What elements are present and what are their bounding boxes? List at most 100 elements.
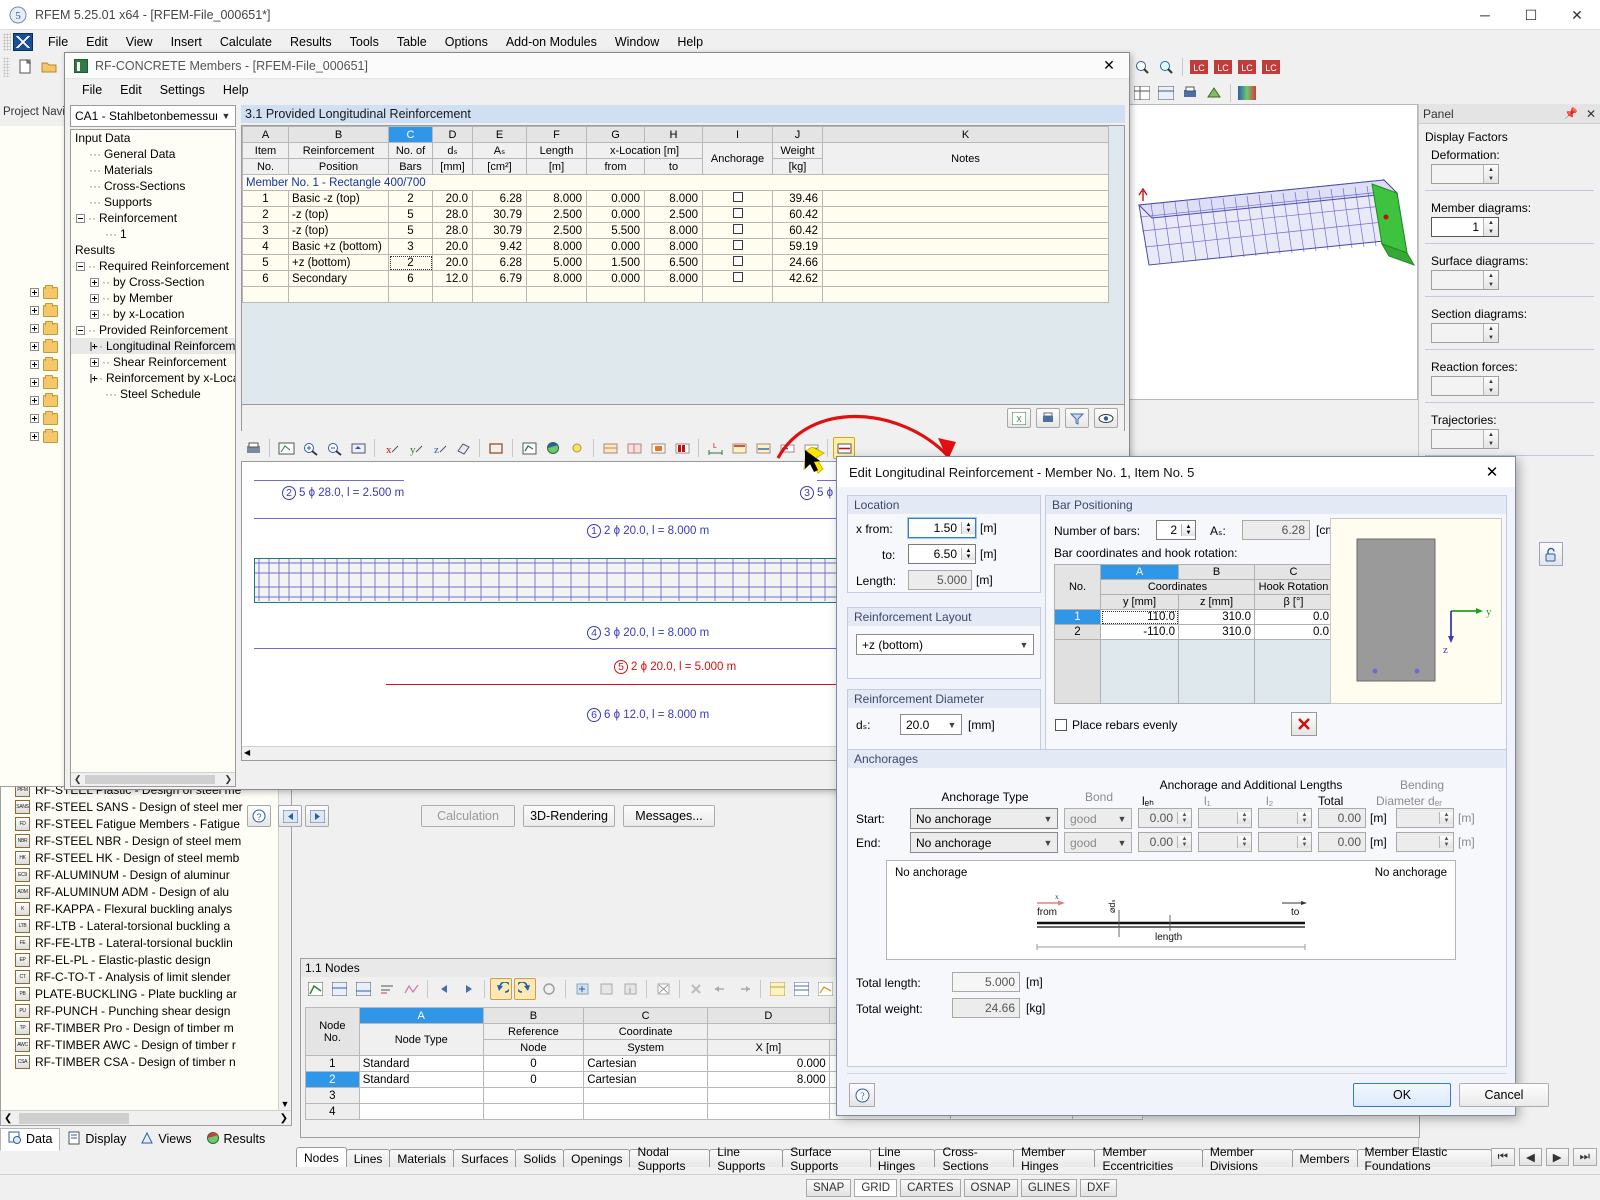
design-case-combo[interactable]: CA1 - Stahlbetonbemessung vo ▼ — [70, 105, 236, 127]
tree-item-supports[interactable]: ···Supports — [71, 194, 235, 210]
cell-notes[interactable] — [823, 239, 1109, 255]
cell-position[interactable]: -z (top) — [289, 207, 389, 223]
tab-first-icon[interactable]: ⏮ — [1491, 1148, 1515, 1166]
tree-item-cross-sections[interactable]: ···Cross-Sections — [71, 178, 235, 194]
nodes-clear-icon[interactable] — [652, 978, 674, 1000]
nodes-cell-ref[interactable] — [483, 1104, 584, 1120]
anchorage-checkbox[interactable] — [733, 224, 743, 234]
cell-ds[interactable]: 20.0 — [433, 191, 473, 207]
num-bars-field[interactable]: 2 ▲▼ — [1156, 520, 1196, 540]
expand-icon[interactable] — [90, 374, 92, 383]
menu-addon-modules[interactable]: Add-on Modules — [497, 32, 606, 52]
col-letter-f[interactable]: F — [527, 127, 587, 143]
cell-ds[interactable]: 28.0 — [433, 207, 473, 223]
unlock-icon[interactable] — [1539, 542, 1563, 566]
cell-bars[interactable]: 3 — [389, 239, 433, 255]
collapse-icon[interactable] — [76, 214, 85, 223]
cell-item-no[interactable]: 4 — [243, 239, 289, 255]
cell-length[interactable]: 8.000 — [527, 271, 587, 287]
cell-from[interactable]: 5.500 — [587, 223, 645, 239]
bottom-tab-results[interactable]: Results — [199, 1129, 273, 1150]
start-bending-spinner[interactable]: ▲▼ — [1439, 812, 1453, 824]
rebar-top-icon[interactable] — [728, 437, 750, 459]
dimension-icon[interactable]: L — [704, 437, 726, 459]
results-lc2-icon[interactable]: LC — [1212, 56, 1234, 78]
bottom-tab-views[interactable]: Views — [133, 1129, 198, 1150]
view-y-icon[interactable]: y — [404, 437, 426, 459]
scroll-left-icon[interactable]: ❮ — [1, 1113, 12, 1124]
nav-folder-icon-6[interactable] — [30, 376, 58, 390]
anchorage-checkbox[interactable] — [733, 192, 743, 202]
col-letter-j[interactable]: J — [773, 127, 823, 143]
collapse-icon[interactable] — [76, 262, 85, 271]
cell-to[interactable]: 6.500 — [645, 255, 703, 271]
edit-reinforcement-icon[interactable] — [518, 437, 540, 459]
nav-folder-icon-7[interactable] — [30, 394, 58, 408]
nodes-cell-type[interactable] — [359, 1104, 483, 1120]
nav-folder-icon-2[interactable] — [30, 304, 58, 318]
tree-item-reinforcement[interactable]: ··Reinforcement — [71, 210, 235, 226]
cell-length[interactable]: 2.500 — [527, 223, 587, 239]
cell-to[interactable]: 8.000 — [645, 191, 703, 207]
tab-surfaces[interactable]: Surfaces — [453, 1149, 516, 1167]
cell-as[interactable]: 30.79 — [473, 223, 527, 239]
cell-anchorage[interactable] — [703, 239, 773, 255]
messages-button[interactable]: Messages... — [623, 805, 715, 827]
nodes-add-icon[interactable] — [571, 978, 593, 1000]
visibility-eye-icon[interactable] — [1094, 408, 1118, 428]
modules-horizontal-scrollbar[interactable]: ❮ ❯ — [1, 1110, 291, 1125]
bar-col-c[interactable]: C — [1255, 565, 1333, 580]
cell-bars[interactable]: 6 — [389, 271, 433, 287]
ok-button[interactable]: OK — [1353, 1083, 1451, 1107]
minimize-button[interactable]: ─ — [1462, 0, 1508, 30]
bar-col-a[interactable]: A — [1101, 565, 1179, 580]
tree-item-by-member[interactable]: ··by Member — [71, 290, 235, 306]
tree-item-steel-schedule[interactable]: ···Steel Schedule — [71, 386, 235, 402]
nav-folder-icon-8[interactable] — [30, 412, 58, 426]
nodes-delete-icon[interactable] — [685, 978, 707, 1000]
col-letter-e[interactable]: E — [473, 127, 527, 143]
list-item[interactable]: LTBRF-LTB - Lateral-torsional buckling a — [1, 917, 291, 934]
tab-lines[interactable]: Lines — [346, 1149, 391, 1167]
list-item[interactable]: EPRF-EL-PL - Elastic-plastic design — [1, 951, 291, 968]
cell-as[interactable]: 6.79 — [473, 271, 527, 287]
maximize-button[interactable]: ☐ — [1508, 0, 1554, 30]
tab-materials[interactable]: Materials — [389, 1149, 454, 1167]
hscroll-thumb[interactable] — [85, 775, 215, 784]
cell-weight[interactable]: 24.66 — [773, 255, 823, 271]
bar-coordinates-table[interactable]: No. A B C Coordinates Hook Rotation y [m… — [1054, 564, 1332, 704]
bar-cell-beta[interactable]: 0.0 — [1255, 625, 1333, 640]
nodes-cell-cs[interactable]: Cartesian — [584, 1056, 708, 1072]
tree-item-reinforcement-1[interactable]: ···1 — [71, 226, 235, 242]
cell-weight[interactable]: 42.62 — [773, 271, 823, 287]
tree-item-provided-reinforcement[interactable]: ··Provided Reinforcement — [71, 322, 235, 338]
spinner-buttons[interactable]: ▲▼ — [1483, 324, 1498, 342]
cell-weight[interactable]: 60.42 — [773, 207, 823, 223]
x-from-spinner[interactable]: ▲▼ — [961, 522, 975, 534]
table-row-empty[interactable] — [1055, 640, 1333, 704]
nodes-append-row-icon[interactable] — [352, 978, 374, 1000]
cell-from[interactable]: 0.000 — [587, 239, 645, 255]
cancel-button[interactable]: Cancel — [1459, 1083, 1549, 1107]
bar-cell-y[interactable]: -110.0 — [1101, 625, 1179, 640]
tab-next-icon[interactable]: ▶ — [1546, 1148, 1569, 1166]
list-item[interactable]: AWCRF-TIMBER AWC - Design of timber r — [1, 1036, 291, 1053]
cell-item-no[interactable]: 5 — [243, 255, 289, 271]
nodes-redo-icon[interactable] — [514, 978, 536, 1000]
spinner-buttons[interactable]: ▲▼ — [1483, 271, 1498, 289]
tab-last-icon[interactable]: ⏭ — [1573, 1148, 1597, 1166]
tree-item-longitudinal-reinforcement[interactable]: ··Longitudinal Reinforcement — [71, 338, 235, 354]
cell-ds[interactable]: 12.0 — [433, 271, 473, 287]
zoom-out-icon[interactable] — [323, 437, 345, 459]
cell-position[interactable]: Secondary — [289, 271, 389, 287]
trajectories-spinner[interactable]: ▲▼ — [1431, 429, 1499, 449]
cell-item-no[interactable]: 2 — [243, 207, 289, 223]
cell-ds[interactable]: 28.0 — [433, 223, 473, 239]
nodes-dup-icon[interactable] — [595, 978, 617, 1000]
nodes-cell-cs[interactable] — [584, 1104, 708, 1120]
table-row[interactable]: 2 -110.0 310.0 0.0 — [1055, 625, 1333, 640]
nav-folder-icon-9[interactable] — [30, 430, 58, 444]
table-show-icon[interactable] — [1131, 82, 1153, 104]
table-row-empty[interactable] — [243, 287, 1109, 303]
status-grid-button[interactable]: GRID — [854, 1179, 897, 1197]
